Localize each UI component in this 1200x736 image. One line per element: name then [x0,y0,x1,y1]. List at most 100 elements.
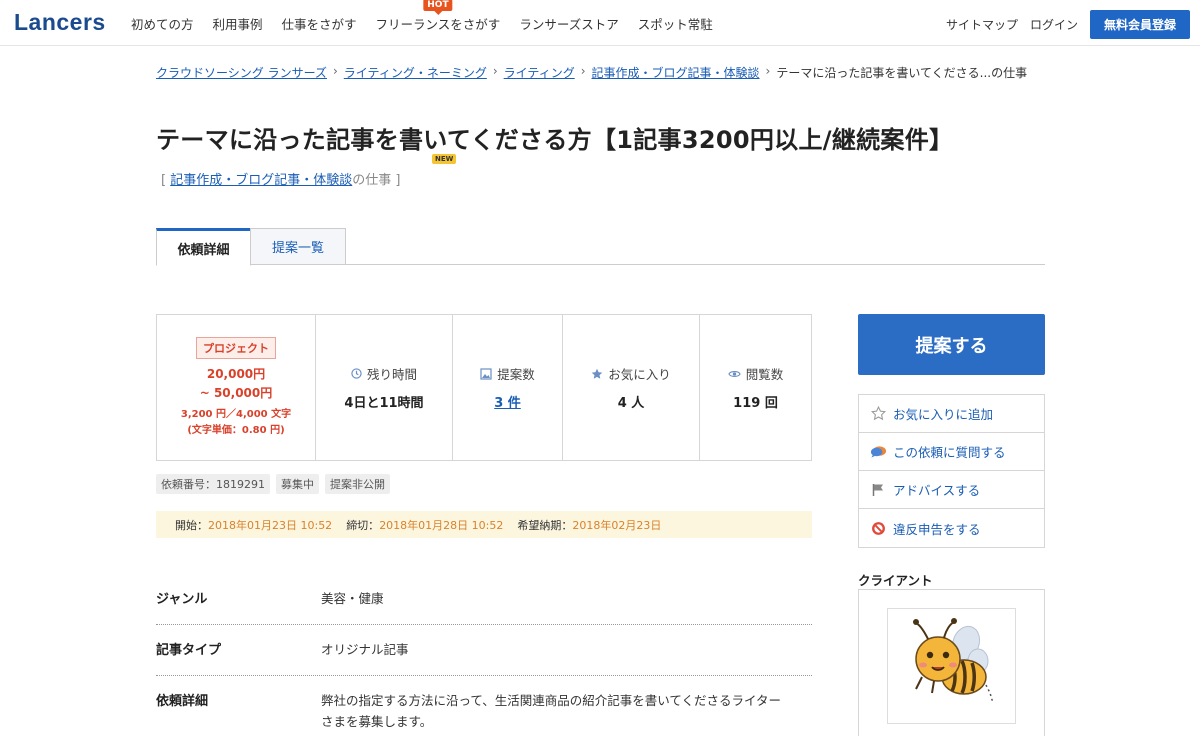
category-suffix: の仕事 [352,173,392,188]
proposals-stat: 提案数 3 件 [453,315,563,460]
proposals-label-text: 提案数 [497,367,535,382]
sidebar-actions: お気に入りに追加 この依頼に質問する アドバイスする 違反申告をする [858,394,1045,548]
deadline-date: 2018年01月28日 10:52 [379,518,504,532]
job-tags: 依頼番号：1819291 募集中 提案非公開 [156,474,396,494]
visibility-tag: 提案非公開 [325,474,390,494]
detail-value: 美容・健康 [321,591,384,606]
breadcrumb-separator: › [580,64,586,78]
price-max: ~ 50,000円 [199,385,273,400]
views-label: 閲覧数 [728,364,784,383]
sitemap-link[interactable]: サイトマップ [946,16,1018,33]
proposals-count-link[interactable]: 3 件 [494,392,521,411]
add-favorite-action[interactable]: お気に入りに追加 [859,395,1044,433]
proposals-label: 提案数 [480,364,535,383]
site-header: Lancers 初めての方 利用事例 仕事をさがす フリーランスをさがす HOT… [0,0,1200,46]
tab-bar: 依頼詳細 提案一覧 [156,228,1045,266]
deadline-label: 締切： [346,518,380,532]
client-card [858,589,1045,736]
star-icon [591,368,603,380]
remaining-time-label: 残り時間 [351,364,417,383]
clock-icon [351,368,362,379]
breadcrumb-separator: › [765,64,771,78]
start-date: 2018年01月23日 10:52 [208,518,333,532]
job-stats: プロジェクト 20,000円 ~ 50,000円 3,200 円／4,000 文… [156,314,812,461]
remaining-time-value: 4日と11時間 [344,396,424,411]
favorites-value: 4 人 [617,396,645,411]
propose-button[interactable]: 提案する [858,314,1045,375]
speech-bubble-icon [869,445,887,459]
nav-find-freelancers[interactable]: フリーランスをさがす HOT [375,0,501,33]
category-link[interactable]: 記事作成・ブログ記事・体験談 [170,173,352,188]
price-per-text: 3,200 円／4,000 文字 [180,408,292,420]
schedule-bar: 開始： 2018年01月23日 10:52 締切： 2018年01月28日 10… [156,511,812,538]
prohibited-icon [869,521,887,536]
image-icon [480,367,492,380]
tab-details[interactable]: 依頼詳細 [156,228,251,266]
job-id-tag: 依頼番号：1819291 [156,474,270,494]
price-per-article: 3,200 円／4,000 文字 (文字単価：0.80 円) [181,407,291,439]
start-label: 開始： [175,518,208,532]
bee-illustration [913,618,994,704]
breadcrumb-current: テーマに沿った記事を書いてくださる...の仕事 [776,66,1028,80]
report-violation-label: 違反申告をする [893,521,981,537]
price-min: 20,000円 [206,366,266,381]
page-title: テーマに沿った記事を書いてくださる方【1記事3200円以上/継続案件】 [156,126,954,154]
job-details-table: ジャンル 美容・健康 記事タイプ オリジナル記事 依頼詳細 弊社の指定する方法に… [156,575,812,736]
price-stat: プロジェクト 20,000円 ~ 50,000円 3,200 円／4,000 文… [157,315,316,460]
unit-price-text: (文字単価：0.80 円) [187,424,285,436]
eye-icon [728,369,741,379]
flag-icon [869,483,887,497]
breadcrumb-item[interactable]: 記事作成・ブログ記事・体験談 [592,64,760,81]
client-avatar[interactable] [887,608,1016,724]
remaining-time-stat: 残り時間 4日と11時間 [316,315,453,460]
favorites-label-text: お気に入り [608,367,671,382]
breadcrumb-item[interactable]: ライティング・ネーミング [344,64,487,81]
client-heading: クライアント [858,573,933,588]
signup-button[interactable]: 無料会員登録 [1089,10,1190,39]
advise-action[interactable]: アドバイスする [859,471,1044,509]
ask-question-action[interactable]: この依頼に質問する [859,433,1044,471]
detail-value: オリジナル記事 [321,642,409,657]
status-tag: 募集中 [276,474,319,494]
category-bracket-open: [ [161,173,167,188]
nav-case-studies[interactable]: 利用事例 [213,14,263,33]
header-right: サイトマップ ログイン 無料会員登録 [946,10,1190,39]
nav-find-freelancers-label: フリーランスをさがす [375,16,501,32]
category-bracket-close: ] [395,173,401,188]
nav-find-jobs[interactable]: 仕事をさがす [282,14,357,33]
category-line: [ 記事作成・ブログ記事・体験談の仕事 ] [161,169,400,188]
detail-value: 弊社の指定する方法に沿って、生活関連商品の紹介記事を書いてくださるライターさまを… [321,693,782,729]
delivery-date: 2018年02月23日 [572,518,662,532]
detail-row-article-type: 記事タイプ オリジナル記事 [156,625,812,676]
advise-label: アドバイスする [893,483,981,498]
star-outline-icon [869,406,887,421]
report-violation-action[interactable]: 違反申告をする [859,509,1044,547]
tab-proposals[interactable]: 提案一覧 [250,228,346,265]
views-stat: 閲覧数 119 回 [700,315,811,460]
ask-question-label: この依頼に質問する [893,445,1006,460]
favorites-stat: お気に入り 4 人 [563,315,700,460]
lancers-logo[interactable]: Lancers [14,9,106,36]
login-link[interactable]: ログイン [1030,16,1078,33]
breadcrumb-item[interactable]: クラウドソーシング ランサーズ [156,64,327,81]
nav-lancers-store[interactable]: ランサーズストア [519,14,618,33]
detail-row-description: 依頼詳細 弊社の指定する方法に沿って、生活関連商品の紹介記事を書いてくださるライ… [156,676,812,736]
detail-label: 記事タイプ [156,643,222,658]
breadcrumb-item[interactable]: ライティング [504,64,575,81]
main-nav: 初めての方 利用事例 仕事をさがす フリーランスをさがす HOT ランサーズスト… [131,0,732,46]
detail-row-genre: ジャンル 美容・健康 [156,575,812,625]
favorites-label: お気に入り [591,364,671,383]
hot-badge: HOT [423,0,453,11]
breadcrumb-separator: › [332,64,338,78]
new-badge: NEW [432,154,457,164]
breadcrumb-separator: › [492,64,498,78]
delivery-label: 希望納期： [517,518,573,532]
remaining-time-label-text: 残り時間 [366,367,417,382]
detail-label: ジャンル [156,592,208,607]
views-label-text: 閲覧数 [745,367,784,382]
detail-label: 依頼詳細 [156,694,209,709]
nav-beginners[interactable]: 初めての方 [131,14,194,33]
nav-spot-resident[interactable]: スポット常駐 [638,14,713,33]
project-badge: プロジェクト [196,336,276,359]
breadcrumb: クラウドソーシング ランサーズ › ライティング・ネーミング › ライティング … [156,64,1027,81]
